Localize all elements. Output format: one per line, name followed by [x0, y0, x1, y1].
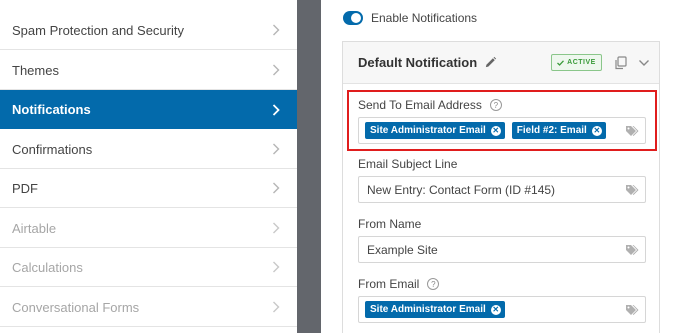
- from-name-label-row: From Name: [358, 217, 421, 231]
- email-chip-label: Site Administrator Email: [370, 304, 486, 315]
- status-badge: ACTIVE: [551, 54, 602, 71]
- sidebar-item-label: Airtable: [12, 220, 57, 236]
- sidebar-item-confirmations[interactable]: Confirmations: [0, 130, 297, 169]
- subject-label: Email Subject Line: [358, 157, 458, 171]
- chevron-right-icon: [269, 300, 283, 314]
- notification-title: Default Notification: [358, 55, 478, 70]
- enable-notifications-label: Enable Notifications: [371, 11, 478, 25]
- check-icon: [557, 59, 565, 66]
- notification-title-wrap: Default Notification: [358, 55, 497, 70]
- enable-notifications-row: Enable Notifications: [343, 11, 477, 25]
- chevron-right-icon: [269, 103, 283, 117]
- email-subject-input[interactable]: New Entry: Contact Form (ID #145): [358, 176, 646, 203]
- status-badge-label: ACTIVE: [567, 59, 596, 66]
- from-name-input[interactable]: Example Site: [358, 236, 646, 263]
- sidebar-item-airtable[interactable]: Airtable: [0, 209, 297, 248]
- email-subject-value: New Entry: Contact Form (ID #145): [367, 182, 556, 197]
- sidebar-item-themes[interactable]: Themes: [0, 51, 297, 90]
- chevron-right-icon: [269, 23, 283, 37]
- smart-tags-icon[interactable]: [625, 244, 639, 256]
- sidebar-item-spam-protection[interactable]: Spam Protection and Security: [0, 11, 297, 50]
- sidebar-item-label: Confirmations: [12, 141, 93, 157]
- pencil-icon[interactable]: [484, 56, 497, 69]
- sidebar-item-label: Calculations: [12, 259, 83, 275]
- sidebar-item-label: Themes: [12, 62, 59, 78]
- smart-tags-icon[interactable]: [625, 304, 639, 316]
- duplicate-icon[interactable]: [614, 56, 628, 70]
- highlight-box: [347, 90, 657, 151]
- sidebar-item-notifications[interactable]: Notifications: [0, 90, 297, 129]
- remove-chip-icon[interactable]: ✕: [490, 304, 501, 315]
- chevron-right-icon: [269, 142, 283, 156]
- chevron-right-icon: [269, 221, 283, 235]
- sidebar-item-label: Conversational Forms: [12, 299, 140, 315]
- subject-label-row: Email Subject Line: [358, 157, 457, 171]
- sidebar-gutter: [297, 0, 321, 333]
- from-name-label: From Name: [358, 217, 422, 231]
- sidebar-item-pdf[interactable]: PDF: [0, 169, 297, 208]
- email-chip[interactable]: Site Administrator Email ✕: [365, 301, 505, 318]
- sidebar-item-conversational-forms[interactable]: Conversational Forms: [0, 288, 297, 327]
- from-email-field[interactable]: Site Administrator Email ✕: [358, 296, 646, 323]
- notification-header[interactable]: Default Notification ACTIVE: [343, 42, 659, 84]
- help-icon[interactable]: ?: [427, 278, 440, 290]
- from-email-label-row: From Email ?: [358, 277, 440, 291]
- sidebar-item-label: Spam Protection and Security: [12, 22, 184, 38]
- default-notification-card: Default Notification ACTIVE Send To Emai…: [342, 41, 660, 333]
- settings-sidebar: Spam Protection and Security Themes Noti…: [0, 0, 297, 333]
- from-email-label: From Email: [358, 277, 420, 291]
- from-email-chips: Site Administrator Email ✕: [365, 301, 512, 318]
- enable-notifications-toggle[interactable]: [343, 11, 363, 25]
- from-name-value: Example Site: [367, 242, 438, 257]
- notification-settings-panel: Enable Notifications Default Notificatio…: [321, 0, 680, 333]
- sidebar-item-label: PDF: [12, 180, 38, 196]
- chevron-right-icon: [269, 63, 283, 77]
- chevron-right-icon: [269, 260, 283, 274]
- chevron-down-icon[interactable]: [637, 56, 651, 70]
- sidebar-item-calculations[interactable]: Calculations: [0, 248, 297, 287]
- sidebar-item-label: Notifications: [12, 102, 91, 117]
- smart-tags-icon[interactable]: [625, 184, 639, 196]
- chevron-right-icon: [269, 181, 283, 195]
